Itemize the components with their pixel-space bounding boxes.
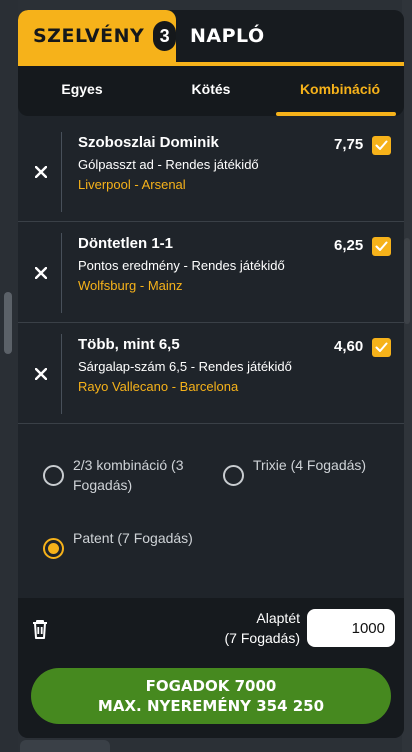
- close-icon: [35, 166, 47, 178]
- left-scrollbar-track[interactable]: [0, 0, 18, 752]
- bet-title: Több, mint 6,5: [78, 336, 180, 353]
- bet-odds: 6,25: [334, 237, 364, 254]
- option-trixie[interactable]: Trixie (4 Fogadás): [223, 455, 383, 486]
- bet-match: Rayo Vallecano - Barcelona: [78, 379, 239, 394]
- stake-input[interactable]: [307, 609, 395, 647]
- radio-patent[interactable]: [43, 538, 64, 559]
- bet-market: Gólpasszt ad - Rendes játékidő: [78, 157, 259, 172]
- option-patent[interactable]: Patent (7 Fogadás): [43, 528, 203, 559]
- close-icon: [35, 368, 47, 380]
- bet-checkbox[interactable]: [372, 237, 391, 256]
- betslip-panel: SZELVÉNY 3 NAPLÓ Egyes Kötés Kombináció …: [18, 10, 404, 738]
- bet-odds: 7,75: [334, 136, 364, 153]
- option-2-3-kombinacio[interactable]: 2/3 kombináció (3 Fogadás): [43, 455, 203, 495]
- remove-bet-button[interactable]: [28, 324, 54, 424]
- radio-trixie[interactable]: [223, 465, 244, 486]
- tab-kotes[interactable]: Kötés: [146, 66, 276, 112]
- bet-divider: [61, 334, 62, 414]
- tab-kombinacio[interactable]: Kombináció: [276, 66, 404, 112]
- bet-divider: [61, 132, 62, 212]
- bet-count-badge: 3: [153, 21, 176, 51]
- bet-market: Sárgalap-szám 6,5 - Rendes játékidő: [78, 359, 292, 374]
- bet-checkbox[interactable]: [372, 338, 391, 357]
- clear-betslip-button[interactable]: [30, 618, 52, 642]
- bet-type-tabs: Egyes Kötés Kombináció: [18, 66, 404, 116]
- tab-szelveny-label: SZELVÉNY: [33, 25, 145, 47]
- bet-item: Döntetlen 1-1 Pontos eredmény - Rendes j…: [18, 223, 404, 323]
- bet-divider: [61, 233, 62, 313]
- place-bet-line1: FOGADOK 7000: [145, 677, 277, 695]
- bet-item: Szoboszlai Dominik Gólpasszt ad - Rendes…: [18, 122, 404, 222]
- remove-bet-button[interactable]: [28, 223, 54, 323]
- radio-selected-dot: [48, 543, 59, 554]
- bet-title: Szoboszlai Dominik: [78, 134, 219, 151]
- option-label: Trixie (4 Fogadás): [253, 457, 367, 473]
- checkmark-icon: [375, 241, 388, 251]
- bet-checkbox[interactable]: [372, 136, 391, 155]
- stake-label-line2: (7 Fogadás): [224, 630, 300, 646]
- bet-market: Pontos eredmény - Rendes játékidő: [78, 258, 285, 273]
- tab-naplo[interactable]: NAPLÓ: [190, 10, 265, 62]
- betslip-top-tabs: SZELVÉNY 3 NAPLÓ: [18, 10, 404, 62]
- checkmark-icon: [375, 342, 388, 352]
- close-icon: [35, 267, 47, 279]
- stake-bar: Alaptét (7 Fogadás) FOGADOK 7000 MAX. NY…: [18, 598, 404, 738]
- bottom-edge-tab: [20, 740, 110, 752]
- left-scrollbar-thumb[interactable]: [4, 292, 12, 354]
- place-bet-button[interactable]: FOGADOK 7000 MAX. NYEREMÉNY 354 250: [31, 668, 391, 724]
- bet-odds: 4,60: [334, 338, 364, 355]
- bet-item: Több, mint 6,5 Sárgalap-szám 6,5 - Rende…: [18, 324, 404, 424]
- radio-2-3-kombinacio[interactable]: [43, 465, 64, 486]
- tab-szelveny[interactable]: SZELVÉNY 3: [18, 10, 176, 62]
- active-tab-underline: [276, 112, 396, 116]
- checkmark-icon: [375, 140, 388, 150]
- bet-match: Wolfsburg - Mainz: [78, 278, 183, 293]
- remove-bet-button[interactable]: [28, 122, 54, 222]
- option-label: Patent (7 Fogadás): [73, 530, 193, 546]
- stake-label: Alaptét (7 Fogadás): [225, 608, 300, 648]
- bet-match: Liverpool - Arsenal: [78, 177, 186, 192]
- place-bet-line2: MAX. NYEREMÉNY 354 250: [97, 697, 325, 715]
- stake-label-line1: Alaptét: [256, 610, 300, 626]
- option-label: 2/3 kombináció (3 Fogadás): [73, 457, 184, 493]
- right-scrollbar-thumb[interactable]: [404, 238, 410, 324]
- tab-egyes[interactable]: Egyes: [18, 66, 146, 112]
- trash-icon: [33, 620, 47, 639]
- bet-title: Döntetlen 1-1: [78, 235, 174, 252]
